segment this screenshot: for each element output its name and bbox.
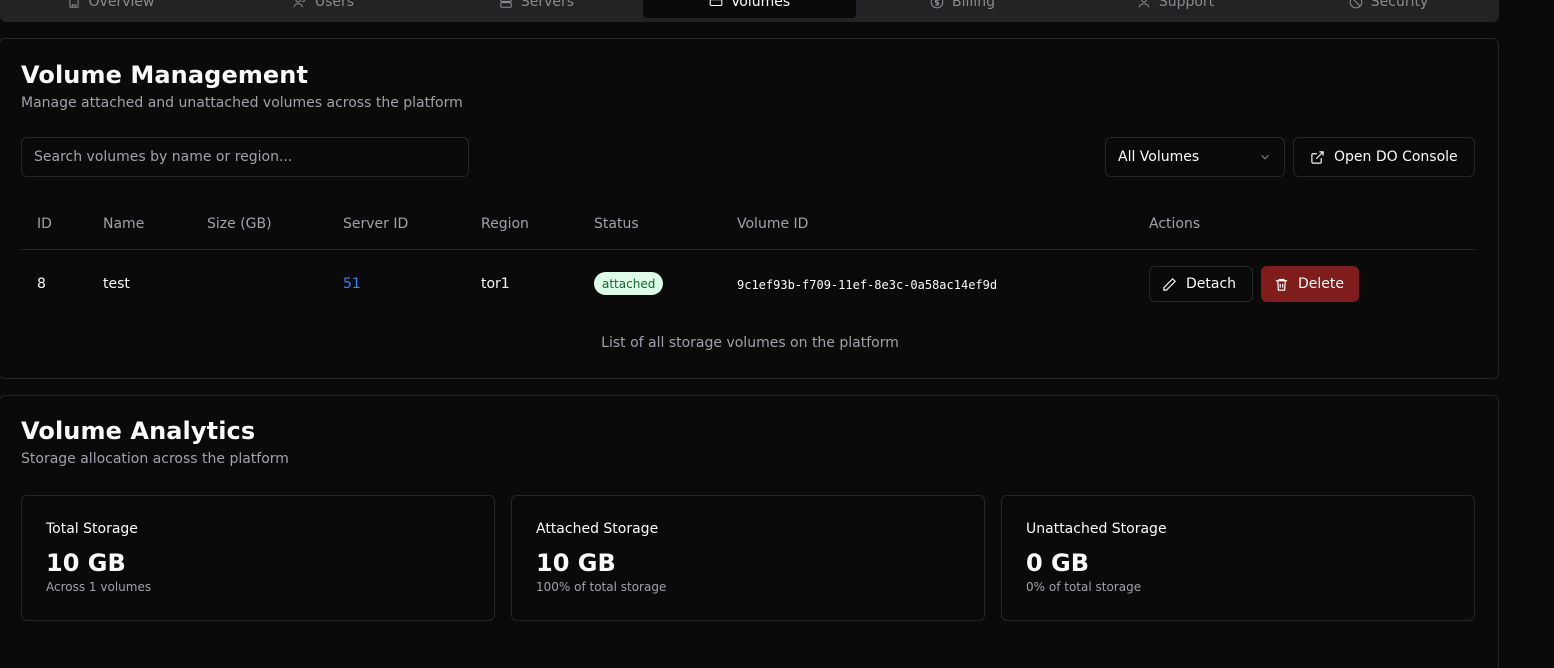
stat-subtext: 100% of total storage bbox=[536, 580, 667, 594]
stat-card-attached: Attached Storage 10 GB 100% of total sto… bbox=[511, 495, 985, 621]
tab-label: Billing bbox=[952, 0, 995, 10]
stat-label: Total Storage bbox=[46, 521, 138, 537]
cell-volume-id: 9c1ef93b-f709-11ef-8e3c-0a58ac14ef9d bbox=[737, 278, 998, 292]
volume-management-card: Volume Management Manage attached and un… bbox=[0, 38, 1499, 379]
volume-filter-select[interactable]: All Volumes bbox=[1105, 137, 1285, 177]
tab-label: Volumes bbox=[730, 0, 791, 10]
table-caption: List of all storage volumes on the platf… bbox=[601, 335, 899, 351]
open-console-button[interactable]: Open DO Console bbox=[1293, 137, 1475, 177]
stat-subtext: Across 1 volumes bbox=[46, 580, 152, 594]
column-header-id: ID bbox=[37, 216, 52, 232]
column-header-size: Size (GB) bbox=[207, 216, 272, 232]
button-label: Open DO Console bbox=[1334, 149, 1458, 165]
column-header-region: Region bbox=[481, 216, 529, 232]
building-icon bbox=[68, 0, 79, 8]
search-input[interactable] bbox=[21, 137, 469, 177]
table-divider bbox=[21, 249, 1475, 250]
page-title: Volume Management bbox=[21, 61, 309, 89]
column-header-actions: Actions bbox=[1149, 216, 1201, 232]
dollar-icon bbox=[930, 0, 944, 9]
tab-label: Users bbox=[314, 0, 355, 10]
column-header-volume-id: Volume ID bbox=[737, 216, 809, 232]
tab-label: Support bbox=[1158, 0, 1215, 10]
column-header-server-id: Server ID bbox=[343, 216, 409, 232]
server-icon bbox=[500, 0, 512, 8]
hard-drive-icon bbox=[709, 0, 723, 7]
tab-support[interactable]: Support bbox=[1069, 0, 1282, 18]
stat-card-unattached: Unattached Storage 0 GB 0% of total stor… bbox=[1001, 495, 1475, 621]
stat-value: 10 GB bbox=[536, 549, 616, 577]
button-label: Detach bbox=[1186, 276, 1237, 292]
chevron-down-icon bbox=[1261, 154, 1269, 160]
tab-servers[interactable]: Servers bbox=[430, 0, 643, 18]
stat-subtext: 0% of total storage bbox=[1026, 580, 1142, 594]
page-description: Manage attached and unattached volumes a… bbox=[21, 95, 463, 111]
tab-security[interactable]: Security bbox=[1282, 0, 1495, 18]
detach-button[interactable]: Detach bbox=[1149, 266, 1253, 302]
section-description: Storage allocation across the platform bbox=[21, 451, 289, 467]
tab-overview[interactable]: Overview bbox=[4, 0, 217, 18]
pencil-icon bbox=[1163, 277, 1176, 291]
cell-region: tor1 bbox=[481, 276, 510, 292]
trash-icon bbox=[1275, 278, 1288, 291]
stat-value: 10 GB bbox=[46, 549, 126, 577]
stat-label: Attached Storage bbox=[536, 521, 659, 537]
tab-billing[interactable]: Billing bbox=[856, 0, 1069, 18]
delete-button[interactable]: Delete bbox=[1261, 266, 1359, 302]
button-label: Delete bbox=[1298, 276, 1344, 292]
external-link-icon bbox=[1311, 150, 1324, 164]
server-id-link[interactable]: 51 bbox=[343, 276, 361, 292]
tab-label: Overview bbox=[88, 0, 155, 10]
column-header-status: Status bbox=[594, 216, 639, 232]
tab-label: Security bbox=[1370, 0, 1429, 10]
stat-value: 0 GB bbox=[1026, 549, 1090, 577]
volume-analytics-card: Volume Analytics Storage allocation acro… bbox=[0, 395, 1499, 668]
users-icon bbox=[293, 0, 305, 8]
stat-label: Unattached Storage bbox=[1026, 521, 1167, 537]
ban-icon bbox=[1349, 0, 1363, 9]
support-icon bbox=[1138, 0, 1150, 8]
status-badge: attached bbox=[594, 272, 664, 295]
column-header-name: Name bbox=[103, 216, 145, 232]
cell-id: 8 bbox=[37, 276, 46, 292]
tab-bar: Overview Users Servers Volumes Billing S… bbox=[0, 0, 1499, 22]
tab-users[interactable]: Users bbox=[217, 0, 430, 18]
tab-label: Servers bbox=[520, 0, 575, 10]
cell-name: test bbox=[103, 276, 130, 292]
stat-card-total: Total Storage 10 GB Across 1 volumes bbox=[21, 495, 495, 621]
section-title: Volume Analytics bbox=[21, 417, 256, 445]
tab-volumes[interactable]: Volumes bbox=[643, 0, 856, 18]
filter-value: All Volumes bbox=[1118, 149, 1200, 165]
